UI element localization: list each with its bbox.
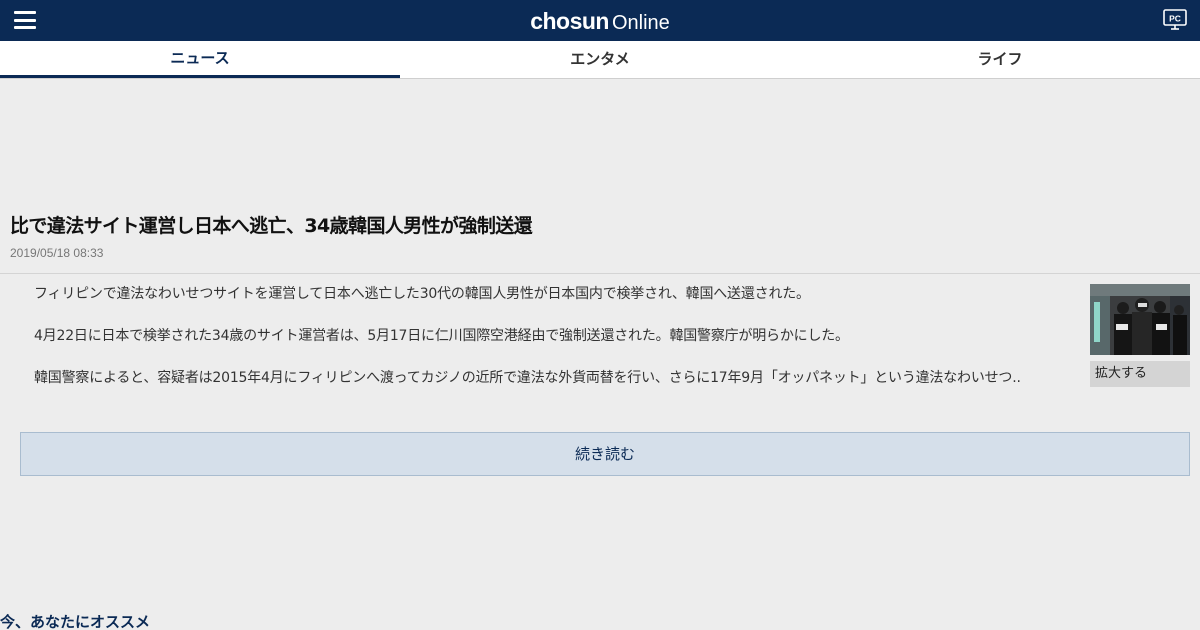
article-paragraph: 韓国警察によると、容疑者は2015年4月にフィリピンへ渡ってカジノの近所で違法な…: [34, 370, 1021, 386]
logo-sub: Online: [611, 12, 670, 34]
tab-life[interactable]: ライフ: [800, 41, 1200, 78]
site-logo[interactable]: chosun Online: [0, 8, 1200, 35]
logo-brand: chosun: [530, 8, 609, 34]
article-body: フィリピンで違法なわいせつサイトを運営して日本へ逃亡した30代の韓国人男性が日本…: [20, 284, 1070, 410]
article-paragraph: 4月22日に日本で検挙された34歳のサイト運営者は、5月17日に仁川国際空港経由…: [34, 328, 849, 344]
article-paragraph: フィリピンで違法なわいせつサイトを運営して日本へ逃亡した30代の韓国人男性が日本…: [34, 286, 810, 302]
recommend-heading: 今、あなたにオススメ: [0, 613, 151, 630]
tab-news[interactable]: ニュース: [0, 41, 400, 78]
header-divider: [0, 273, 1200, 274]
tab-entertainment[interactable]: エンタメ: [400, 41, 800, 78]
top-bar: chosun Online PC: [0, 0, 1200, 41]
article-date: 2019/05/18 08:33: [10, 246, 104, 260]
article-title: 比で違法サイト運営し日本へ逃亡、34歳韓国人男性が強制送還: [10, 215, 533, 237]
photo-image: [1090, 284, 1190, 355]
category-tabs: ニュース エンタメ ライフ: [0, 41, 1200, 79]
pc-view-icon[interactable]: PC: [1163, 9, 1187, 31]
enlarge-button[interactable]: 拡大する: [1090, 361, 1190, 387]
pc-label: PC: [1169, 14, 1181, 24]
read-more-button[interactable]: 続き読む: [20, 432, 1190, 476]
article-thumbnail[interactable]: [1090, 284, 1190, 355]
